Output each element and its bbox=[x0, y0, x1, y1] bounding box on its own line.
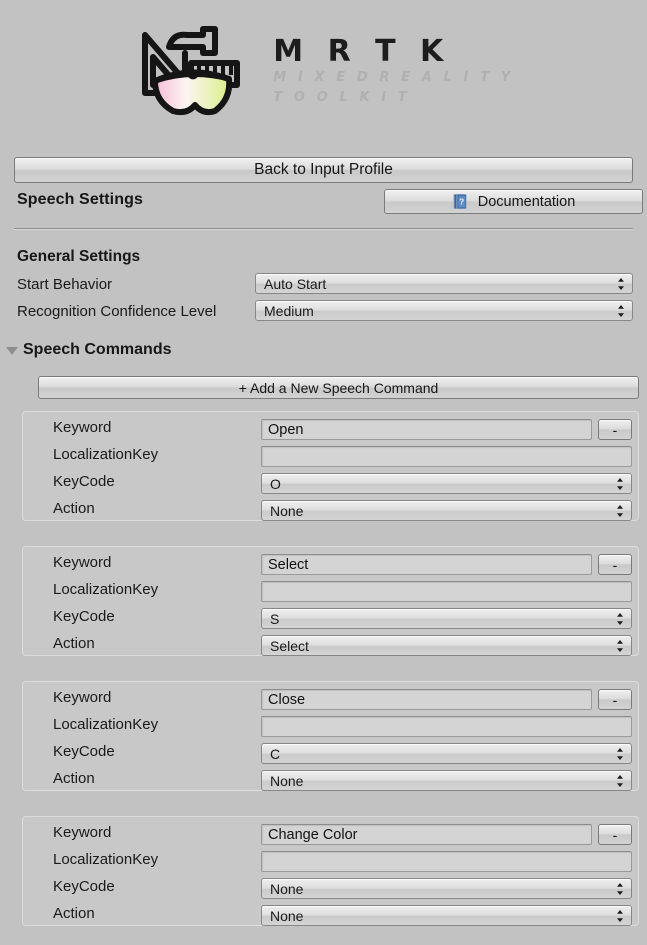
documentation-button[interactable]: ? Documentation bbox=[384, 189, 643, 214]
keycode-dropdown[interactable]: O bbox=[261, 473, 632, 494]
keycode-label: KeyCode bbox=[53, 743, 115, 760]
localization-key-input[interactable] bbox=[261, 851, 632, 872]
keycode-value: O bbox=[270, 475, 281, 492]
action-label: Action bbox=[53, 635, 95, 652]
remove-speech-command-button[interactable]: - bbox=[598, 554, 632, 575]
keycode-value: S bbox=[270, 610, 280, 627]
inspector-window: M R T K M I X E D R E A L I T Y T O O L … bbox=[0, 0, 647, 945]
keyword-label: Keyword bbox=[53, 419, 112, 436]
updown-arrows-icon bbox=[618, 304, 624, 317]
speech-commands-foldout[interactable]: Speech Commands bbox=[6, 341, 171, 359]
action-dropdown[interactable]: None bbox=[261, 770, 632, 791]
localization-key-input[interactable] bbox=[261, 716, 632, 737]
action-value: None bbox=[270, 907, 304, 924]
keycode-label: KeyCode bbox=[53, 878, 115, 895]
keycode-label: KeyCode bbox=[53, 473, 115, 490]
updown-arrows-icon bbox=[617, 747, 623, 760]
keyword-input[interactable]: Open bbox=[261, 419, 592, 440]
tagline-line-1: M I X E D R E A L I T Y bbox=[273, 70, 514, 86]
action-value: None bbox=[270, 502, 304, 519]
brand-title: M R T K bbox=[273, 34, 451, 70]
localization-key-label: LocalizationKey bbox=[53, 446, 159, 463]
localization-key-input[interactable] bbox=[261, 581, 632, 602]
remove-speech-command-button[interactable]: - bbox=[598, 824, 632, 845]
updown-arrows-icon bbox=[617, 504, 623, 517]
triangle-down-icon bbox=[6, 346, 18, 355]
localization-key-input[interactable] bbox=[261, 446, 632, 467]
back-to-input-profile-button[interactable]: Back to Input Profile bbox=[14, 157, 633, 183]
keycode-value: None bbox=[270, 880, 304, 897]
updown-arrows-icon bbox=[617, 639, 623, 652]
action-label: Action bbox=[53, 500, 95, 517]
mrtk-branding-header: M R T K M I X E D R E A L I T Y T O O L … bbox=[0, 0, 647, 145]
speech-command-panel: Keyword Select - LocalizationKey KeyCode S Act… bbox=[22, 546, 639, 656]
documentation-label: Documentation bbox=[477, 193, 576, 210]
remove-speech-command-button[interactable]: - bbox=[598, 689, 632, 710]
speech-command-panel: Keyword Close - LocalizationKey KeyCode C Acti… bbox=[22, 681, 639, 791]
svg-text:?: ? bbox=[459, 197, 464, 207]
recognition-confidence-value: Medium bbox=[264, 302, 314, 319]
action-label: Action bbox=[53, 770, 95, 787]
keycode-value: C bbox=[270, 745, 281, 762]
keyword-label: Keyword bbox=[53, 689, 112, 706]
speech-command-panel: Keyword Open - LocalizationKey KeyCode O Actio… bbox=[22, 411, 639, 521]
mrtk-wordmark: M R T K M I X E D R E A L I T Y T O O L … bbox=[273, 36, 513, 108]
mrtk-logo-icon bbox=[142, 25, 241, 115]
keyword-label: Keyword bbox=[53, 554, 112, 571]
keyword-input[interactable]: Select bbox=[261, 554, 592, 575]
help-book-icon: ? bbox=[453, 194, 467, 209]
speech-settings-title: Speech Settings bbox=[17, 191, 143, 208]
speech-commands-title: Speech Commands bbox=[23, 341, 172, 358]
keycode-dropdown[interactable]: C bbox=[261, 743, 632, 764]
recognition-confidence-level-dropdown[interactable]: Medium bbox=[255, 300, 633, 321]
start-behavior-label: Start Behavior bbox=[17, 276, 113, 293]
remove-speech-command-button[interactable]: - bbox=[598, 419, 632, 440]
section-divider bbox=[14, 228, 633, 230]
action-dropdown[interactable]: None bbox=[261, 500, 632, 521]
action-label: Action bbox=[53, 905, 95, 922]
updown-arrows-icon bbox=[617, 612, 623, 625]
localization-key-label: LocalizationKey bbox=[53, 581, 159, 598]
localization-key-label: LocalizationKey bbox=[53, 716, 159, 733]
updown-arrows-icon bbox=[618, 277, 624, 290]
updown-arrows-icon bbox=[617, 909, 623, 922]
updown-arrows-icon bbox=[617, 477, 623, 490]
localization-key-label: LocalizationKey bbox=[53, 851, 159, 868]
keyword-input[interactable]: Change Color bbox=[261, 824, 592, 845]
keycode-dropdown[interactable]: S bbox=[261, 608, 632, 629]
speech-command-panel: Keyword Change Color - LocalizationKey KeyCo… bbox=[22, 816, 639, 926]
action-dropdown[interactable]: Select bbox=[261, 635, 632, 656]
updown-arrows-icon bbox=[617, 882, 623, 895]
keyword-input[interactable]: Close bbox=[261, 689, 592, 710]
keycode-dropdown[interactable]: None bbox=[261, 878, 632, 899]
updown-arrows-icon bbox=[617, 774, 623, 787]
action-value: None bbox=[270, 772, 304, 789]
tagline-line-2: T O O L K I T bbox=[273, 90, 411, 106]
action-dropdown[interactable]: None bbox=[261, 905, 632, 926]
recognition-confidence-level-label: Recognition Confidence Level bbox=[17, 303, 217, 320]
action-value: Select bbox=[270, 637, 309, 654]
keyword-label: Keyword bbox=[53, 824, 112, 841]
add-new-speech-command-button[interactable]: + Add a New Speech Command bbox=[38, 376, 639, 399]
start-behavior-dropdown[interactable]: Auto Start bbox=[255, 273, 633, 294]
start-behavior-value: Auto Start bbox=[264, 275, 327, 292]
general-settings-title: General Settings bbox=[17, 248, 141, 265]
keycode-label: KeyCode bbox=[53, 608, 115, 625]
